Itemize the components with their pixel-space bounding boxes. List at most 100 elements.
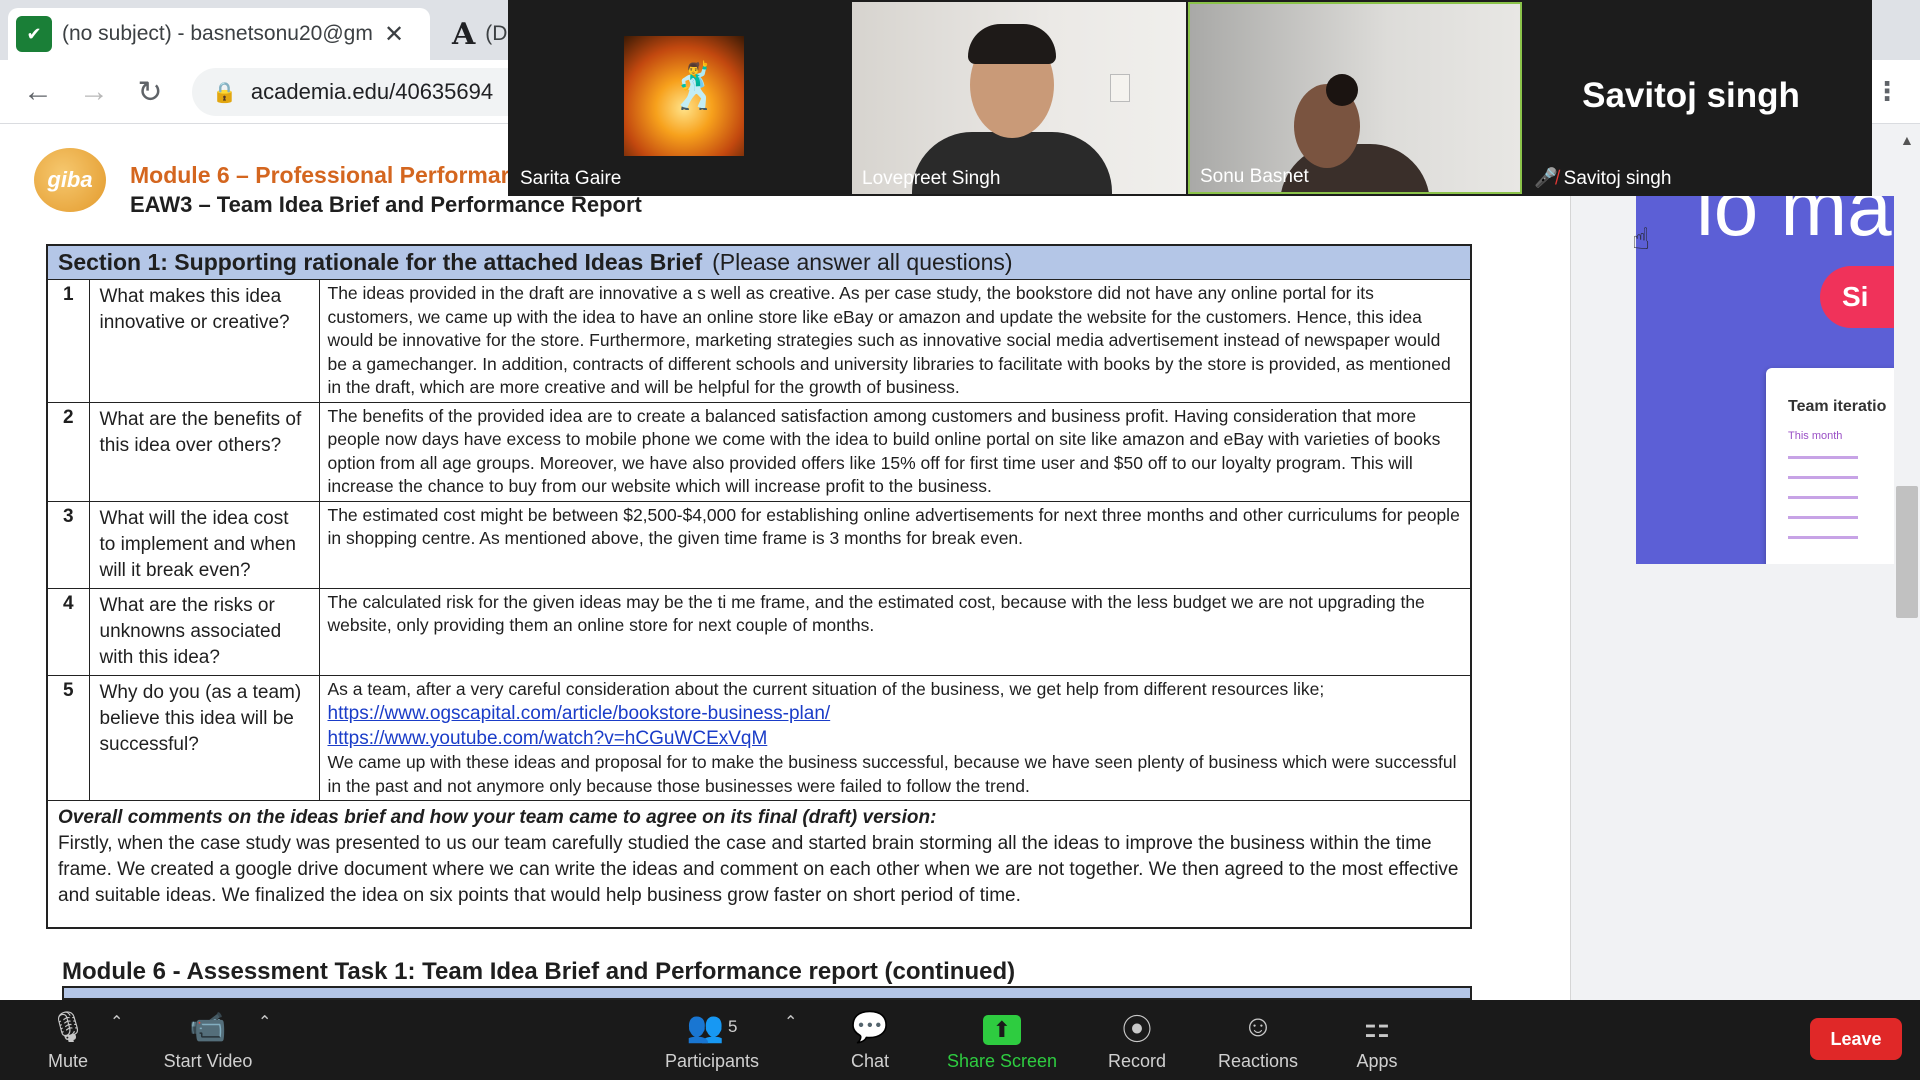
record-icon: ⦿ bbox=[1122, 1014, 1152, 1047]
back-icon[interactable]: ← bbox=[18, 72, 58, 112]
muted-mic-icon: 🎤̸ bbox=[1534, 168, 1558, 189]
share-arrow-icon: ⬆ bbox=[983, 1015, 1021, 1045]
card-line bbox=[1788, 516, 1858, 519]
preview-headline: lo mano bbox=[1696, 196, 1894, 252]
wall-switch bbox=[1110, 74, 1130, 102]
card-line bbox=[1788, 476, 1858, 479]
leave-button[interactable]: Leave bbox=[1810, 1018, 1902, 1060]
answer-text: The estimated cost might be between $2,5… bbox=[318, 500, 1472, 589]
answer-cell: As a team, after a very careful consider… bbox=[318, 674, 1472, 801]
preview-card: Team iteratio This month bbox=[1766, 368, 1894, 564]
module-title: Module 6 – Professional Performar bbox=[130, 162, 510, 188]
participant-hair bbox=[968, 24, 1056, 64]
audio-options-caret-icon[interactable]: ⌃ bbox=[110, 1012, 123, 1032]
lock-icon: 🔒 bbox=[212, 81, 237, 104]
share-screen-button[interactable]: ⬆ Share Screen bbox=[944, 1000, 1060, 1080]
video-options-caret-icon[interactable]: ⌃ bbox=[258, 1012, 271, 1032]
jumping-person-icon: 🕺 bbox=[668, 62, 723, 111]
academia-icon: A bbox=[452, 16, 476, 52]
question-text: What are the benefits of this idea over … bbox=[88, 401, 320, 502]
shield-icon: ✔ bbox=[16, 16, 52, 52]
overall-comments-row: Overall comments on the ideas brief and … bbox=[46, 800, 1472, 929]
participants-options-caret-icon[interactable]: ⌃ bbox=[784, 1012, 797, 1032]
card-line bbox=[1788, 496, 1858, 499]
answer-text: We came up with these ideas and proposal… bbox=[327, 752, 1457, 796]
section-header: Section 1: Supporting rationale for the … bbox=[46, 244, 1472, 280]
close-icon[interactable]: ✕ bbox=[384, 20, 404, 49]
participants-count: 5 bbox=[727, 1017, 738, 1036]
smiley-plus-icon: ☺ bbox=[1242, 1010, 1274, 1043]
chat-button[interactable]: 💬 Chat bbox=[838, 1000, 902, 1080]
preview-card-subtitle: This month bbox=[1788, 430, 1843, 442]
apps-label: Apps bbox=[1356, 1051, 1398, 1071]
mute-button[interactable]: 🎙 Mute bbox=[38, 1000, 98, 1080]
question-number: 4 bbox=[46, 587, 90, 676]
participant-name: Lovepreet Singh bbox=[862, 168, 1001, 189]
table-row: 2 What are the benefits of this idea ove… bbox=[46, 401, 1472, 502]
tab-title: (D bbox=[485, 22, 508, 45]
participants-button[interactable]: 👥 5 Participants bbox=[654, 1000, 770, 1080]
video-strip: 🕺 Sarita Gaire Lovepreet Singh Sonu Basn… bbox=[508, 0, 1872, 196]
start-video-button[interactable]: 📹 Start Video bbox=[156, 1000, 260, 1080]
question-number: 3 bbox=[46, 500, 90, 589]
record-button[interactable]: ⦿ Record bbox=[1100, 1000, 1174, 1080]
question-text: What will the idea cost to implement and… bbox=[88, 500, 320, 589]
participant-name: Savitoj singh bbox=[1563, 168, 1672, 189]
answer-text: The calculated risk for the given ideas … bbox=[318, 587, 1472, 676]
card-line bbox=[1788, 456, 1858, 459]
institution-logo: giba bbox=[34, 148, 106, 212]
hand-cursor-icon: ☝ bbox=[1632, 223, 1651, 256]
preview-panel[interactable]: lo mano Si Team iteratio This month bbox=[1636, 196, 1894, 564]
video-tile[interactable]: Savitoj singh 🎤̸ Savitoj singh bbox=[1524, 2, 1858, 194]
apps-button[interactable]: ⚏ Apps bbox=[1352, 1000, 1402, 1080]
question-text: What makes this idea innovative or creat… bbox=[88, 279, 320, 403]
reactions-button[interactable]: ☺ Reactions bbox=[1212, 1000, 1304, 1080]
start-video-label: Start Video bbox=[163, 1051, 253, 1071]
tab-title: (no subject) - basnetsonu20@gm bbox=[62, 22, 372, 45]
chat-bubble-icon: 💬 bbox=[851, 1010, 889, 1044]
participant-big-name: Savitoj singh bbox=[1582, 76, 1800, 115]
video-tile[interactable]: 🕺 Sarita Gaire bbox=[510, 2, 844, 194]
table-row: 1 What makes this idea innovative or cre… bbox=[46, 279, 1472, 403]
video-tile[interactable]: Lovepreet Singh bbox=[852, 2, 1186, 194]
participant-name: Sonu Basnet bbox=[1200, 166, 1309, 187]
video-tile-active-speaker[interactable]: Sonu Basnet bbox=[1188, 2, 1522, 194]
preview-card-title: Team iteratio bbox=[1788, 398, 1887, 415]
answer-text: The ideas provided in the draft are inno… bbox=[318, 279, 1472, 403]
question-number: 1 bbox=[46, 279, 90, 403]
participants-icon: 👥 5 bbox=[686, 1010, 738, 1044]
section-title: Section 1: Supporting rationale for the … bbox=[58, 249, 703, 275]
question-number: 5 bbox=[46, 674, 90, 801]
preview-button[interactable]: Si bbox=[1820, 266, 1894, 328]
overall-comments-heading: Overall comments on the ideas brief and … bbox=[58, 807, 937, 828]
section-note: (Please answer all questions) bbox=[712, 249, 1013, 275]
question-text: What are the risks or unknowns associate… bbox=[88, 587, 320, 676]
participants-label: Participants bbox=[664, 1051, 760, 1071]
resource-link[interactable]: https://www.youtube.com/watch?v=hCGuWCEx… bbox=[328, 726, 1463, 751]
ideas-brief-table: Section 1: Supporting rationale for the … bbox=[46, 244, 1472, 929]
chat-label: Chat bbox=[850, 1051, 890, 1071]
section-2-header-strip bbox=[62, 986, 1472, 1000]
participant-name-label: 🎤̸ Savitoj singh bbox=[1534, 166, 1671, 190]
answer-text: As a team, after a very careful consider… bbox=[327, 678, 1325, 699]
browser-tab-gmail[interactable]: ✔ (no subject) - basnetsonu20@gm ✕ bbox=[8, 8, 430, 60]
question-number: 2 bbox=[46, 401, 90, 502]
reload-icon[interactable]: ↻ bbox=[130, 72, 170, 112]
forward-icon[interactable]: → bbox=[74, 72, 114, 112]
browser-menu-icon[interactable]: ⋮ bbox=[1874, 76, 1900, 107]
resource-link[interactable]: https://www.ogscapital.com/article/books… bbox=[328, 701, 1463, 726]
browser-tab-academia[interactable]: A (D bbox=[438, 8, 518, 60]
table-row: 3 What will the idea cost to implement a… bbox=[46, 500, 1472, 589]
share-screen-label: Share Screen bbox=[946, 1051, 1058, 1071]
overall-comments-cell: Overall comments on the ideas brief and … bbox=[46, 800, 1472, 929]
profile-picture: 🕺 bbox=[624, 36, 744, 156]
microphone-icon: 🎙 bbox=[48, 1010, 88, 1044]
scroll-up-arrow-icon[interactable]: ▲ bbox=[1900, 132, 1914, 148]
apps-grid-icon: ⚏ bbox=[1363, 1010, 1391, 1044]
reactions-label: Reactions bbox=[1217, 1051, 1299, 1071]
table-row: 5 Why do you (as a team) believe this id… bbox=[46, 674, 1472, 801]
overall-comments-body: Firstly, when the case study was present… bbox=[58, 833, 1459, 906]
scrollbar-thumb[interactable] bbox=[1896, 486, 1918, 618]
url-text: academia.edu/40635694 bbox=[250, 79, 494, 104]
record-label: Record bbox=[1107, 1051, 1167, 1071]
